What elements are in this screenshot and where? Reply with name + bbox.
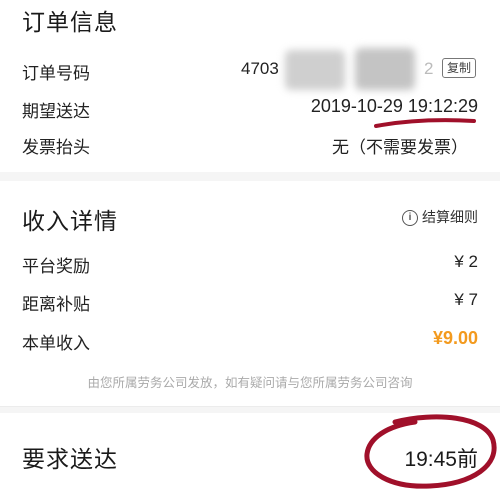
settlement-rules-link[interactable]: i 结算细则: [402, 207, 478, 227]
copy-button[interactable]: 复制: [442, 58, 477, 78]
order-number-tail: 2: [424, 59, 434, 78]
info-icon: i: [402, 210, 418, 227]
platform-reward-label: 平台奖励: [22, 257, 90, 276]
ink-circle: [364, 414, 497, 489]
payment-note: 由您所属劳务公司发放，如有疑问请与您所属劳务公司咨询: [87, 376, 413, 390]
order-number-value: 4703: [241, 59, 279, 78]
order-info-title: 订单信息: [22, 9, 118, 35]
expected-delivery-value: 2019-10-29 19:12:29: [310, 96, 478, 116]
section-divider: [0, 172, 500, 181]
income-detail-title: 收入详情: [22, 208, 118, 234]
required-delivery-label: 要求送达: [22, 446, 118, 472]
distance-subsidy-label: 距离补贴: [22, 295, 90, 314]
expected-delivery-label: 期望送达: [22, 102, 90, 121]
order-income-label: 本单收入: [22, 334, 90, 353]
invoice-value: 无（不需要发票）: [332, 138, 468, 157]
invoice-label: 发票抬头: [22, 138, 90, 157]
redacted-block: [355, 48, 415, 90]
order-income-value: ¥9.00: [432, 328, 478, 348]
distance-subsidy-value: ¥ 7: [454, 290, 478, 309]
settlement-rules-label: 结算细则: [422, 209, 478, 225]
redacted-block: [285, 50, 345, 90]
platform-reward-value: ¥ 2: [454, 252, 478, 271]
order-number-label: 订单号码: [22, 64, 90, 83]
